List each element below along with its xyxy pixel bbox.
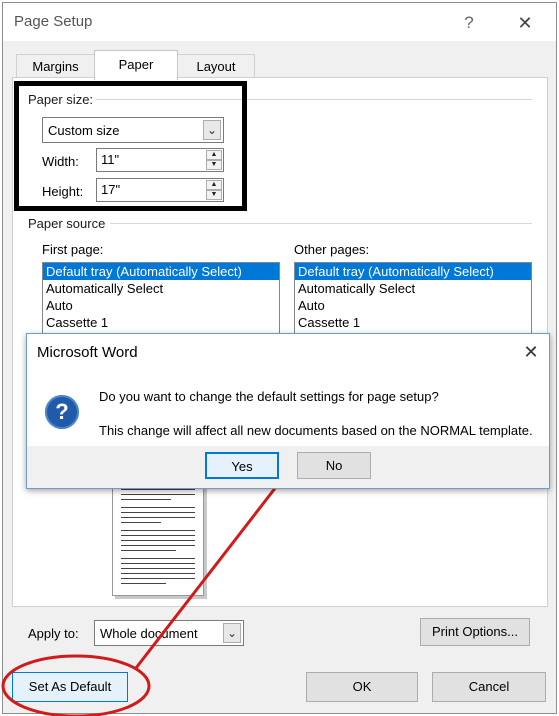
annotation-line xyxy=(134,486,278,669)
confirm-dialog: Microsoft Word ✕ ? Do you want to change… xyxy=(26,333,550,489)
yes-button[interactable]: Yes xyxy=(205,452,279,479)
close-icon[interactable]: ✕ xyxy=(517,339,545,365)
confirm-dialog-title: Microsoft Word xyxy=(37,344,138,361)
annotation-ellipse xyxy=(1,654,151,716)
confirm-question: Do you want to change the default settin… xyxy=(99,389,439,404)
confirm-dialog-footer: Yes No xyxy=(27,446,549,488)
tab-paper[interactable]: Paper xyxy=(94,50,178,80)
confirm-detail: This change will affect all new document… xyxy=(99,423,533,438)
question-icon: ? xyxy=(45,395,79,429)
confirm-dialog-body: ? Do you want to change the default sett… xyxy=(27,374,549,447)
no-button[interactable]: No xyxy=(297,452,371,479)
